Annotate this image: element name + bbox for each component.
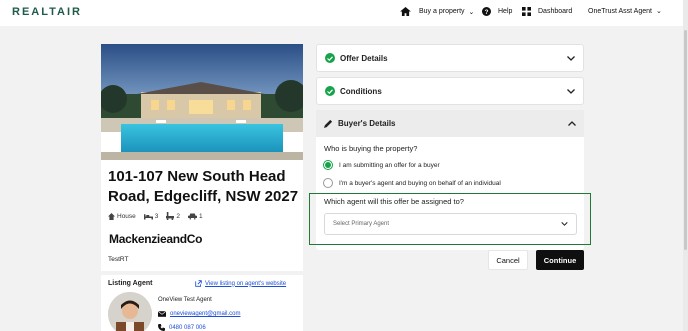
cancel-button[interactable]: Cancel [488,250,528,270]
agent-phone[interactable]: 0480 087 006 [158,324,206,331]
scrollbar-thumb[interactable] [684,30,687,250]
house-icon [108,212,115,220]
feature-beds: 3 [143,213,158,220]
email-icon [158,311,166,317]
help-icon: ? [482,7,491,16]
radio-buyers-agent[interactable]: I'm a buyer's agent and buying on behalf… [323,178,501,188]
agent-question: Which agent will this offer be assigned … [324,197,464,206]
chevron-down-icon [567,88,575,94]
pencil-icon [324,119,333,128]
property-address: 101-107 New South Head Road, Edgecliff, … [108,168,299,205]
property-features: House 3 2 1 [108,212,203,220]
external-link-icon [195,280,202,287]
agent-avatar [108,292,152,331]
radio-selected-icon[interactable] [323,160,333,170]
agent-name: OneView Test Agent [158,297,212,303]
dashboard-icon [522,7,531,16]
buy-property-label: Buy a property [419,8,465,15]
chevron-down-icon [567,55,575,61]
check-circle-icon [325,86,335,96]
check-circle-icon [325,53,335,63]
property-card: 101-107 New South Head Road, Edgecliff, … [101,44,303,331]
agency-logo: MackenzieandCo [109,232,203,246]
feature-baths: 2 [166,212,180,220]
continue-button[interactable]: Continue [536,250,584,270]
offer-details-accordion[interactable]: Offer Details [316,44,584,72]
agent-email[interactable]: oneviewagent@gmail.com [158,311,240,317]
primary-agent-placeholder: Select Primary Agent [333,221,390,227]
office-name: TestRT [108,256,129,263]
chevron-up-icon [568,121,576,126]
buyers-details-title: Buyer's Details [338,119,396,128]
buyer-question: Who is buying the property? [324,144,418,153]
conditions-header[interactable]: Conditions [317,78,583,104]
buy-property-menu[interactable]: Buy a property ⌄ [400,7,474,16]
help-link[interactable]: ? Help [482,7,512,16]
property-photo [101,44,303,160]
bath-icon [166,212,175,220]
view-listing-link[interactable]: View listing on agent's website [195,280,286,287]
offer-details-title: Offer Details [340,53,388,63]
help-label: Help [498,8,513,15]
section-divider [101,271,303,275]
buyers-details-header[interactable]: Buyer's Details [316,110,584,137]
conditions-title: Conditions [340,86,382,96]
radio-unselected-icon[interactable] [323,178,333,188]
conditions-accordion[interactable]: Conditions [316,77,584,105]
offer-details-header[interactable]: Offer Details [317,45,583,71]
feature-cars: 1 [188,213,203,220]
car-icon [188,213,198,219]
primary-agent-select[interactable]: Select Primary Agent [324,213,577,235]
top-header: REALTAIR Buy a property ⌄ ? Help Dashboa… [0,0,688,26]
home-icon [400,7,411,16]
user-menu[interactable]: OneTrust Asst Agent ⌄ [588,7,662,16]
realtair-logo[interactable]: REALTAIR [12,6,82,18]
chevron-down-icon: ⌄ [468,8,475,16]
radio-submitting-for-buyer[interactable]: I am submitting an offer for a buyer [323,160,440,170]
chevron-down-icon [561,222,568,226]
feature-type: House [108,212,136,220]
chevron-down-icon: ⌄ [655,8,662,15]
dashboard-label: Dashboard [538,8,573,15]
listing-agent-heading: Listing Agent [108,280,153,287]
svg-text:?: ? [485,9,489,16]
dashboard-link[interactable]: Dashboard [522,7,572,16]
phone-icon [158,324,165,331]
user-label: OneTrust Asst Agent [588,7,652,15]
bed-icon [143,213,153,219]
